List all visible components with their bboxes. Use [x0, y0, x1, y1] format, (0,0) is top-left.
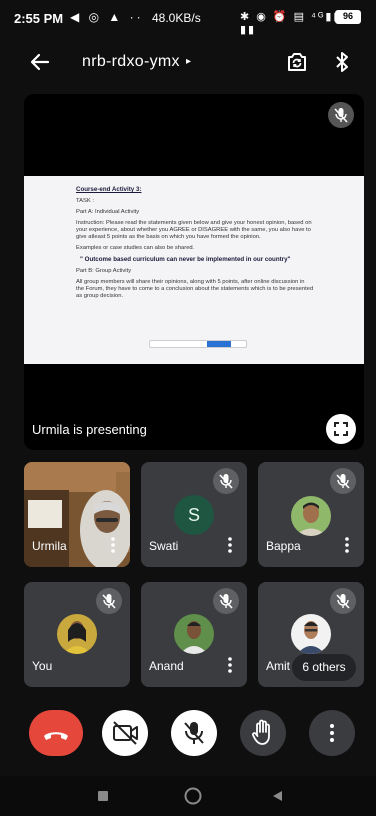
participant-tile-swati[interactable]: S Swati [141, 462, 247, 567]
end-call-button[interactable] [29, 710, 83, 756]
more-vert-icon[interactable] [223, 656, 237, 674]
mic-muted-icon [213, 588, 239, 614]
doc-quote: " Outcome based curriculum can never be … [80, 256, 291, 263]
participant-tile-you[interactable]: You [24, 582, 130, 687]
doc-title: Course-end Activity 3: [76, 186, 142, 193]
participant-name: You [32, 659, 53, 673]
status-left-icons: ◀ ◎ ▲ ·· [70, 10, 144, 24]
switch-camera-icon[interactable] [285, 50, 309, 74]
mic-muted-icon [330, 468, 356, 494]
status-bar: 2:55 PM ◀ ◎ ▲ ·· 48.0KB/s ✱ ◉ ⏰ ▤ ⁴ᴳ▮▮ ▤… [0, 0, 376, 36]
slide-control-bar [149, 340, 247, 348]
doc-examples: Examples or case studies can also be sha… [76, 245, 195, 251]
mic-muted-icon [328, 102, 354, 128]
caret-right-icon[interactable]: ▸ [186, 56, 191, 67]
participant-tile-anand[interactable]: Anand [141, 582, 247, 687]
phone-hangup-icon [44, 732, 68, 740]
fullscreen-icon[interactable] [326, 414, 356, 444]
doc-part-a: Part A: Individual Activity [76, 209, 140, 215]
more-vert-icon[interactable] [106, 536, 120, 554]
participant-name: Anand [149, 659, 184, 673]
meeting-code[interactable]: nrb-rdxo-ymx [82, 53, 180, 71]
more-vert-icon[interactable] [340, 536, 354, 554]
doc-instruction: Instruction: Please read the statements … [76, 220, 312, 240]
system-nav-bar [0, 776, 376, 816]
participant-name: Bappa [266, 539, 301, 553]
status-time: 2:55 PM [14, 11, 64, 26]
more-vert-icon[interactable] [223, 536, 237, 554]
meeting-header: nrb-rdxo-ymx ▸ [0, 38, 376, 88]
shared-document: Course-end Activity 3: TASK : Part A: In… [24, 176, 364, 364]
mic-toggle-button[interactable] [171, 710, 217, 756]
participant-name: Amit [266, 659, 290, 673]
back-arrow-icon[interactable] [28, 50, 52, 74]
more-vert-icon [330, 724, 334, 742]
avatar [174, 614, 214, 654]
participant-name: Urmila [32, 539, 67, 553]
doc-task: TASK : [76, 198, 94, 204]
mic-muted-icon [96, 588, 122, 614]
raise-hand-button[interactable] [240, 710, 286, 756]
hand-icon [252, 719, 270, 745]
doc-group-text: All group members will share their opini… [76, 279, 314, 299]
battery-icon: 96 [335, 10, 361, 24]
doc-part-b: Part B: Group Activity [76, 268, 132, 274]
presentation-tile[interactable]: Course-end Activity 3: TASK : Part A: In… [24, 94, 364, 450]
camera-off-icon [113, 721, 138, 745]
participant-name: Swati [149, 539, 179, 553]
home-icon[interactable] [184, 787, 202, 805]
back-icon[interactable] [272, 790, 284, 802]
avatar [291, 614, 331, 654]
mic-muted-icon [213, 468, 239, 494]
network-speed: 48.0KB/s [152, 11, 201, 25]
participant-tile-urmila[interactable]: Urmila [24, 462, 130, 567]
mic-off-icon [184, 722, 204, 744]
bluetooth-audio-icon[interactable] [334, 50, 350, 74]
avatar [291, 496, 331, 536]
mic-muted-icon [330, 588, 356, 614]
recents-icon[interactable] [97, 790, 109, 802]
avatar [57, 614, 97, 654]
more-options-button[interactable] [309, 710, 355, 756]
participant-tile-bappa[interactable]: Bappa [258, 462, 364, 567]
avatar: S [174, 495, 214, 535]
others-count-chip[interactable]: 6 others [292, 654, 356, 681]
presenter-label: Urmila is presenting [32, 422, 147, 437]
camera-toggle-button[interactable] [102, 710, 148, 756]
